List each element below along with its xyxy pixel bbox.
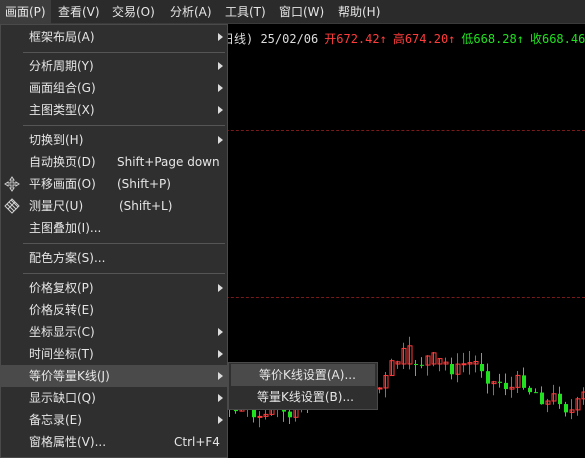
menu-item-switch-to[interactable]: 切换到(H) <box>1 129 227 151</box>
submenu-arrow-icon <box>218 284 223 292</box>
submenu-arrow-icon <box>218 350 223 358</box>
menu-item-label: 窗格属性(V)... <box>29 435 107 449</box>
menu-item-label: 框架布局(A) <box>29 30 95 44</box>
submenu-arrow-icon <box>218 33 223 41</box>
menu-item-pan-screen[interactable]: 平移画面(O) (Shift+P) <box>1 173 227 195</box>
submenu-item-equal-price-settings[interactable]: 等价K线设置(A)... <box>231 364 375 386</box>
menu-item-label: 坐标显示(C) <box>29 325 95 339</box>
menu-item-label: 配色方案(S)... <box>29 251 106 265</box>
picture-menu: 框架布局(A) 分析周期(Y) 画面组合(G) 主图类型(X) 切换到(H) 自… <box>0 24 228 458</box>
candle-body <box>498 381 502 383</box>
candle-body <box>522 375 526 388</box>
ruler-icon <box>4 198 20 214</box>
menu-item-overlay[interactable]: 主图叠加(I)... <box>1 217 227 239</box>
menu-trade[interactable]: 交易(O) <box>107 0 160 24</box>
menu-item-label: 时间坐标(T) <box>29 347 94 361</box>
menu-item-equal-kline[interactable]: 等价等量K线(J) <box>1 365 227 387</box>
menu-help[interactable]: 帮助(H) <box>333 0 385 24</box>
menu-item-label: 分析周期(Y) <box>29 59 94 73</box>
menu-item-coordinate-display[interactable]: 坐标显示(C) <box>1 321 227 343</box>
candle-body <box>504 382 508 390</box>
menu-item-label: 备忘录(E) <box>29 413 82 427</box>
submenu-arrow-icon <box>218 416 223 424</box>
candle-body <box>288 411 292 418</box>
menu-item-label: 价格反转(E) <box>29 303 94 317</box>
candle-body <box>257 415 263 418</box>
menu-item-label: 等价等量K线(J) <box>29 369 110 383</box>
candle-body <box>461 363 467 366</box>
menu-item-ruler[interactable]: 测量尺(U) (Shift+L) <box>1 195 227 217</box>
submenu-arrow-icon <box>218 84 223 92</box>
menu-separator <box>23 273 225 274</box>
menu-item-label: 价格复权(P) <box>29 281 94 295</box>
menu-item-color-scheme[interactable]: 配色方案(S)... <box>1 247 227 269</box>
menu-view[interactable]: 查看(V) <box>53 0 105 24</box>
submenu-arrow-icon <box>218 372 223 380</box>
menu-item-label: 主图叠加(I)... <box>29 221 102 235</box>
menu-separator <box>23 243 225 244</box>
menu-item-price-adjust[interactable]: 价格复权(P) <box>1 277 227 299</box>
move-icon <box>4 176 20 192</box>
candle-body <box>420 364 424 366</box>
menu-item-main-chart-type[interactable]: 主图类型(X) <box>1 99 227 121</box>
candle-body <box>540 392 544 405</box>
candle-body <box>450 364 454 375</box>
menu-item-label: 切换到(H) <box>29 133 84 147</box>
menu-item-label: 测量尺(U) <box>29 199 84 213</box>
shortcut-label: Shift+Page down <box>117 155 220 169</box>
menu-item-label: 自动换页(D) <box>29 155 96 169</box>
submenu-arrow-icon <box>218 394 223 402</box>
menu-item-label: 显示缺口(Q) <box>29 391 96 405</box>
menu-item-pane-properties[interactable]: 窗格属性(V)... Ctrl+F4 <box>1 431 227 453</box>
menu-separator <box>23 125 225 126</box>
submenu-item-label: 等量K线设置(B)... <box>257 390 354 404</box>
menu-item-show-gap[interactable]: 显示缺口(Q) <box>1 387 227 409</box>
shortcut-label: Ctrl+F4 <box>174 435 220 449</box>
menu-separator <box>23 52 225 53</box>
submenu-arrow-icon <box>218 328 223 336</box>
menu-item-price-invert[interactable]: 价格反转(E) <box>1 299 227 321</box>
submenu-item-label: 等价K线设置(A)... <box>259 368 356 382</box>
candle-body <box>528 387 532 393</box>
menu-picture[interactable]: 画面(P) <box>0 0 51 24</box>
menu-tools[interactable]: 工具(T) <box>220 0 271 24</box>
shortcut-label: (Shift+P) <box>117 177 171 191</box>
shortcut-label: (Shift+L) <box>119 199 173 213</box>
menu-item-auto-page[interactable]: 自动换页(D) Shift+Page down <box>1 151 227 173</box>
menu-item-label: 主图类型(X) <box>29 103 95 117</box>
menu-analysis[interactable]: 分析(A) <box>165 0 217 24</box>
candle-body <box>558 393 562 405</box>
menu-item-memo[interactable]: 备忘录(E) <box>1 409 227 431</box>
submenu-arrow-icon <box>218 136 223 144</box>
submenu-arrow-icon <box>218 106 223 114</box>
menu-item-label: 平移画面(O) <box>29 177 96 191</box>
menu-item-analysis-period[interactable]: 分析周期(Y) <box>1 55 227 77</box>
menu-item-label: 画面组合(G) <box>29 81 96 95</box>
equal-kline-submenu: 等价K线设置(A)... 等量K线设置(B)... <box>228 362 378 410</box>
candle-body <box>486 371 490 384</box>
menu-item-screen-combo[interactable]: 画面组合(G) <box>1 77 227 99</box>
menu-item-frame-layout[interactable]: 框架布局(A) <box>1 26 227 48</box>
menu-bar: 画面(P) 查看(V) 交易(O) 分析(A) 工具(T) 窗口(W) 帮助(H… <box>0 0 585 24</box>
candle-body <box>534 392 538 394</box>
submenu-arrow-icon <box>218 62 223 70</box>
candle-body <box>414 364 418 365</box>
candle-body <box>480 364 484 372</box>
submenu-item-equal-volume-settings[interactable]: 等量K线设置(B)... <box>229 386 377 408</box>
candle-body <box>564 404 568 413</box>
menu-item-time-axis[interactable]: 时间坐标(T) <box>1 343 227 365</box>
menu-window[interactable]: 窗口(W) <box>274 0 329 24</box>
